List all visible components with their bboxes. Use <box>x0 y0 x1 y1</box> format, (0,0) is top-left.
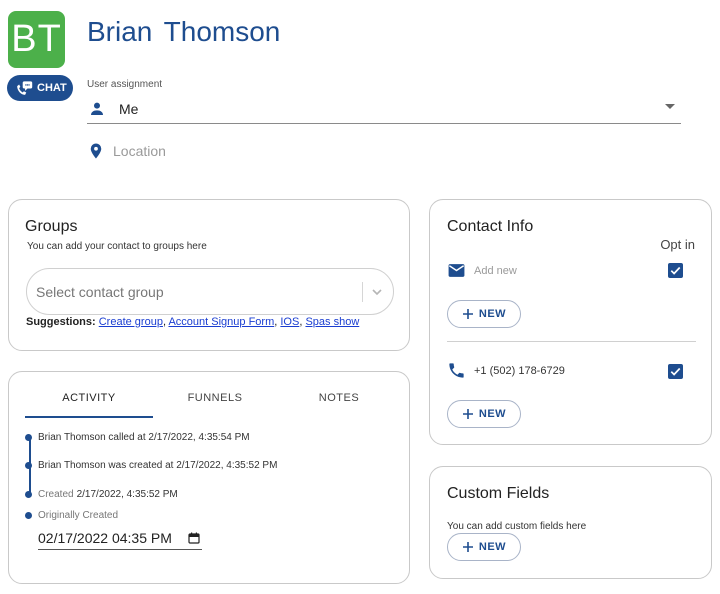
custom-fields-subtitle: You can add custom fields here <box>447 521 587 532</box>
created-item: Created 2/17/2022, 4:35:52 PM <box>25 489 178 500</box>
suggestion-ios[interactable]: IOS <box>280 316 299 328</box>
activity-tabs: ACTIVITY FUNNELS NOTES <box>25 384 401 418</box>
new-label: NEW <box>478 408 507 420</box>
plus-icon <box>462 409 473 419</box>
opt-in-label: Opt in <box>660 237 695 252</box>
timeline-dot <box>25 434 32 441</box>
add-phone-button[interactable]: NEW <box>447 400 521 428</box>
custom-fields-title: Custom Fields <box>447 485 550 502</box>
user-assignment-label: User assignment <box>87 79 163 90</box>
chat-label: CHAT <box>37 82 67 94</box>
add-email-button[interactable]: NEW <box>447 300 521 328</box>
timeline-item: Brian Thomson was created at 2/17/2022, … <box>25 460 277 471</box>
add-custom-field-button[interactable]: NEW <box>447 533 521 561</box>
new-label: NEW <box>478 308 507 320</box>
plus-icon <box>462 309 473 319</box>
tab-activity[interactable]: ACTIVITY <box>25 384 153 418</box>
chevron-down-icon[interactable] <box>371 286 383 298</box>
location-field[interactable]: Location <box>87 142 166 160</box>
phone-opt-in-checkbox[interactable] <box>668 364 683 379</box>
originally-created-label: Originally Created <box>38 510 119 521</box>
new-label: NEW <box>478 541 507 553</box>
groups-card: Groups You can add your contact to group… <box>8 199 410 351</box>
last-name: Thomson <box>163 16 281 47</box>
location-pin-icon <box>90 143 102 159</box>
phone-number: +1 (502) 178-6729 <box>474 364 565 377</box>
suggestion-spas-show[interactable]: Spas show <box>305 316 359 328</box>
activity-card: ACTIVITY FUNNELS NOTES Brian Thomson cal… <box>8 371 410 584</box>
phone-row[interactable]: +1 (502) 178-6729 <box>447 361 565 380</box>
originally-created-value: 02/17/2022 04:35 PM <box>38 530 172 546</box>
timeline-dot <box>25 462 32 469</box>
person-icon <box>91 102 103 115</box>
avatar: BT <box>8 11 65 68</box>
plus-icon <box>462 542 473 552</box>
groups-subtitle: You can add your contact to groups here <box>27 241 207 252</box>
first-name: Brian <box>87 16 153 47</box>
checkmark-icon <box>670 367 681 376</box>
timeline-dot <box>25 512 32 519</box>
created-value: 2/17/2022, 4:35:52 PM <box>76 489 178 500</box>
checkmark-icon <box>670 266 681 275</box>
tab-notes[interactable]: NOTES <box>277 384 401 418</box>
divider <box>447 341 696 342</box>
originally-created-input[interactable]: 02/17/2022 04:35 PM <box>38 527 202 550</box>
select-separator <box>362 282 363 302</box>
calendar-icon[interactable] <box>188 532 200 544</box>
contact-name: Brian Thomson <box>87 16 280 48</box>
email-placeholder: Add new <box>474 264 517 277</box>
timeline-item: Brian Thomson called at 2/17/2022, 4:35:… <box>25 432 250 443</box>
suggestions-label: Suggestions: <box>26 316 96 328</box>
chat-phone-icon <box>17 80 33 95</box>
created-label: Created <box>38 489 74 500</box>
timeline-dot <box>25 491 32 498</box>
location-placeholder: Location <box>113 143 166 159</box>
suggestion-create-group[interactable]: Create group <box>99 316 163 328</box>
chat-button[interactable]: CHAT <box>7 75 73 101</box>
user-assignment-value: Me <box>119 100 139 117</box>
timeline-text: Brian Thomson was created at 2/17/2022, … <box>38 460 278 471</box>
suggestion-account-signup-form[interactable]: Account Signup Form <box>168 316 274 328</box>
contact-group-select[interactable]: Select contact group <box>26 268 394 315</box>
phone-icon <box>449 363 464 378</box>
email-icon <box>448 264 465 277</box>
custom-fields-card: Custom Fields You can add custom fields … <box>429 466 712 579</box>
email-opt-in-checkbox[interactable] <box>668 263 683 278</box>
suggestions: Suggestions: Create group, Account Signu… <box>26 316 360 328</box>
tab-funnels[interactable]: FUNNELS <box>153 384 277 418</box>
contact-info-title: Contact Info <box>447 218 534 235</box>
contact-info-card: Contact Info Opt in Add new NEW +1 (502)… <box>429 199 712 445</box>
originally-created-item: Originally Created <box>25 510 121 521</box>
email-row[interactable]: Add new <box>447 261 517 280</box>
user-assignment-select[interactable]: Me <box>87 94 681 124</box>
contact-group-placeholder: Select contact group <box>36 284 164 300</box>
timeline-text: Brian Thomson called at 2/17/2022, 4:35:… <box>38 432 250 443</box>
dropdown-caret-icon <box>665 104 675 109</box>
groups-title: Groups <box>25 218 78 235</box>
